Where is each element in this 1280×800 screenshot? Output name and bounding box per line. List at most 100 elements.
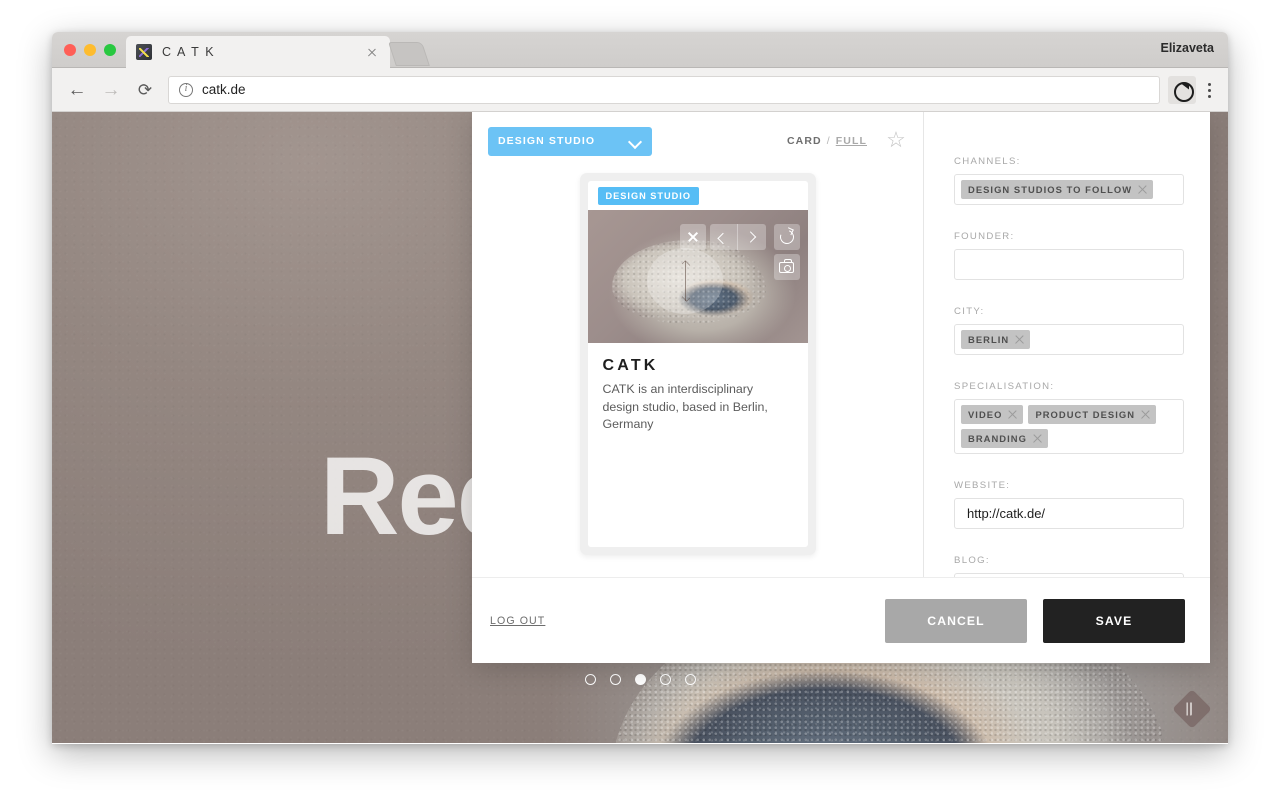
extension-icon[interactable] <box>1168 75 1196 104</box>
tag-chip[interactable]: VIDEO <box>961 405 1024 424</box>
chevron-down-icon <box>629 137 642 145</box>
tag-chip[interactable]: BERLIN <box>961 330 1031 349</box>
card-title: CATK <box>602 357 659 374</box>
modal-footer: LOG OUT CANCEL SAVE <box>472 577 1210 663</box>
tag-remove-icon[interactable] <box>1014 334 1025 345</box>
back-arrow-icon[interactable]: ← <box>62 75 92 105</box>
role-select-label: DESIGN STUDIO <box>498 135 596 147</box>
browser-tab[interactable]: C A T K <box>126 36 390 68</box>
field-group-city: CITY: BERLIN <box>954 306 1184 355</box>
field-input-channels[interactable]: DESIGN STUDIOS TO FOLLOW <box>954 174 1184 205</box>
tag-label: BERLIN <box>968 334 1010 345</box>
pagination-dot[interactable] <box>609 674 621 685</box>
tab-favicon-icon <box>136 44 152 60</box>
camera-icon <box>779 259 794 273</box>
view-toggle-separator: / <box>826 135 831 147</box>
field-input-founder[interactable] <box>954 249 1184 280</box>
tag-remove-icon[interactable] <box>1032 433 1043 444</box>
rotate-icon <box>777 227 796 247</box>
maximize-window-button[interactable] <box>104 44 116 56</box>
address-bar[interactable]: catk.de <box>168 75 1160 104</box>
tag-label: BRANDING <box>968 433 1027 444</box>
card-preview-panel: DESIGN STUDIO CARD / FULL ☆ DESIGN STUDI… <box>472 112 924 577</box>
minimize-window-button[interactable] <box>84 44 96 56</box>
field-label-blog: BLOG: <box>954 555 990 566</box>
browser-tab-strip: C A T K Elizaveta <box>52 32 1228 68</box>
tag-label: PRODUCT DESIGN <box>1035 409 1136 420</box>
logout-link[interactable]: LOG OUT <box>490 615 545 627</box>
tab-close-icon[interactable] <box>364 44 380 60</box>
save-button[interactable]: SAVE <box>1043 598 1185 643</box>
tag-chip[interactable]: DESIGN STUDIOS TO FOLLOW <box>961 180 1154 199</box>
field-group-blog: BLOG: <box>954 555 1184 577</box>
field-label-website: WEBSITE: <box>954 480 1011 491</box>
card-description: CATK is an interdisciplinary design stud… <box>602 382 768 432</box>
forward-arrow-icon[interactable]: → <box>96 75 126 105</box>
field-label-channels: CHANNELS: <box>954 156 1021 167</box>
image-close-button[interactable] <box>679 224 706 250</box>
card-text-area: CATK CATK is an interdisciplinary design… <box>588 343 808 547</box>
tag-remove-icon[interactable] <box>1007 409 1018 420</box>
tag-label: VIDEO <box>968 409 1003 420</box>
tab-full-view[interactable]: FULL <box>836 135 867 147</box>
profile-edit-modal: DESIGN STUDIO CARD / FULL ☆ DESIGN STUDI… <box>472 112 1210 663</box>
view-mode-toggle: CARD / FULL <box>787 135 867 147</box>
image-prev-button[interactable] <box>710 224 738 250</box>
field-group-channels: CHANNELS: DESIGN STUDIOS TO FOLLOW <box>954 156 1184 205</box>
image-nav-group <box>709 224 766 250</box>
card-badge-row: DESIGN STUDIO <box>588 181 808 210</box>
pagination-dot[interactable] <box>584 674 596 685</box>
card-role-badge: DESIGN STUDIO <box>597 186 699 205</box>
browser-profile-name[interactable]: Elizaveta <box>1160 41 1214 55</box>
tab-title: C A T K <box>162 45 216 59</box>
pagination-dot[interactable] <box>684 674 696 685</box>
reload-icon[interactable]: ⟳ <box>130 75 160 105</box>
field-label-city: CITY: <box>954 306 985 317</box>
info-icon[interactable] <box>179 82 193 97</box>
tab-card-view[interactable]: CARD <box>787 135 822 147</box>
tag-chip[interactable]: BRANDING <box>961 429 1048 448</box>
card-stage: DESIGN STUDIO CATK CATK is an interdisci… <box>472 170 923 577</box>
tag-label: DESIGN STUDIOS TO FOLLOW <box>968 184 1133 195</box>
modal-body: DESIGN STUDIO CARD / FULL ☆ DESIGN STUDI… <box>472 112 1210 577</box>
pagination-dots <box>52 674 1228 685</box>
browser-toolbar: ← → ⟳ catk.de <box>52 68 1228 112</box>
field-group-specialisation: SPECIALISATION: VIDEO PRODUCT DESIGN BRANDI… <box>954 381 1184 454</box>
field-label-founder: FOUNDER: <box>954 231 1015 242</box>
profile-card: DESIGN STUDIO CATK CATK is an interdisci… <box>587 181 808 547</box>
profile-card-frame: DESIGN STUDIO CATK CATK is an interdisci… <box>579 173 816 555</box>
close-window-button[interactable] <box>64 44 76 56</box>
pagination-dot[interactable] <box>659 674 671 685</box>
field-label-specialisation: SPECIALISATION: <box>954 381 1055 392</box>
field-input-blog[interactable] <box>954 573 1184 577</box>
field-input-city[interactable]: BERLIN <box>954 324 1184 355</box>
card-preview-header: DESIGN STUDIO CARD / FULL ☆ <box>472 112 923 170</box>
address-bar-url: catk.de <box>202 82 246 97</box>
field-input-website[interactable]: http://catk.de/ <box>954 498 1184 529</box>
star-outline-icon[interactable]: ☆ <box>885 129 907 152</box>
field-group-website: WEBSITE: http://catk.de/ <box>954 480 1184 529</box>
page-viewport: Red DESIGN STUDIO CARD / FULL ☆ DESIGN S… <box>52 112 1228 743</box>
image-next-button[interactable] <box>738 224 766 250</box>
field-group-founder: FOUNDER: <box>954 231 1184 280</box>
chevron-left-icon <box>719 233 727 241</box>
browser-window: C A T K Elizaveta ← → ⟳ catk.de Red <box>52 32 1228 744</box>
tag-chip[interactable]: PRODUCT DESIGN <box>1028 405 1157 424</box>
image-upload-button[interactable] <box>773 254 800 280</box>
three-dot-menu-icon[interactable] <box>1198 76 1220 104</box>
new-tab-button[interactable] <box>388 42 430 66</box>
tag-remove-icon[interactable] <box>1137 184 1148 195</box>
vertical-resize-arrow-icon[interactable] <box>680 260 692 302</box>
close-icon <box>687 231 699 243</box>
chevron-right-icon <box>748 233 756 241</box>
cancel-button[interactable]: CANCEL <box>885 598 1027 643</box>
footer-actions: CANCEL SAVE <box>885 598 1185 643</box>
pagination-dot-active[interactable] <box>634 674 646 685</box>
tag-remove-icon[interactable] <box>1140 409 1151 420</box>
field-value-website: http://catk.de/ <box>967 506 1046 521</box>
role-select-dropdown[interactable]: DESIGN STUDIO <box>488 126 652 156</box>
image-rotate-button[interactable] <box>773 224 800 250</box>
field-input-specialisation[interactable]: VIDEO PRODUCT DESIGN BRANDING <box>954 399 1184 454</box>
card-image-area[interactable] <box>587 210 808 343</box>
profile-form-panel[interactable]: CHANNELS: DESIGN STUDIOS TO FOLLOW FOUNDER… <box>924 112 1210 577</box>
